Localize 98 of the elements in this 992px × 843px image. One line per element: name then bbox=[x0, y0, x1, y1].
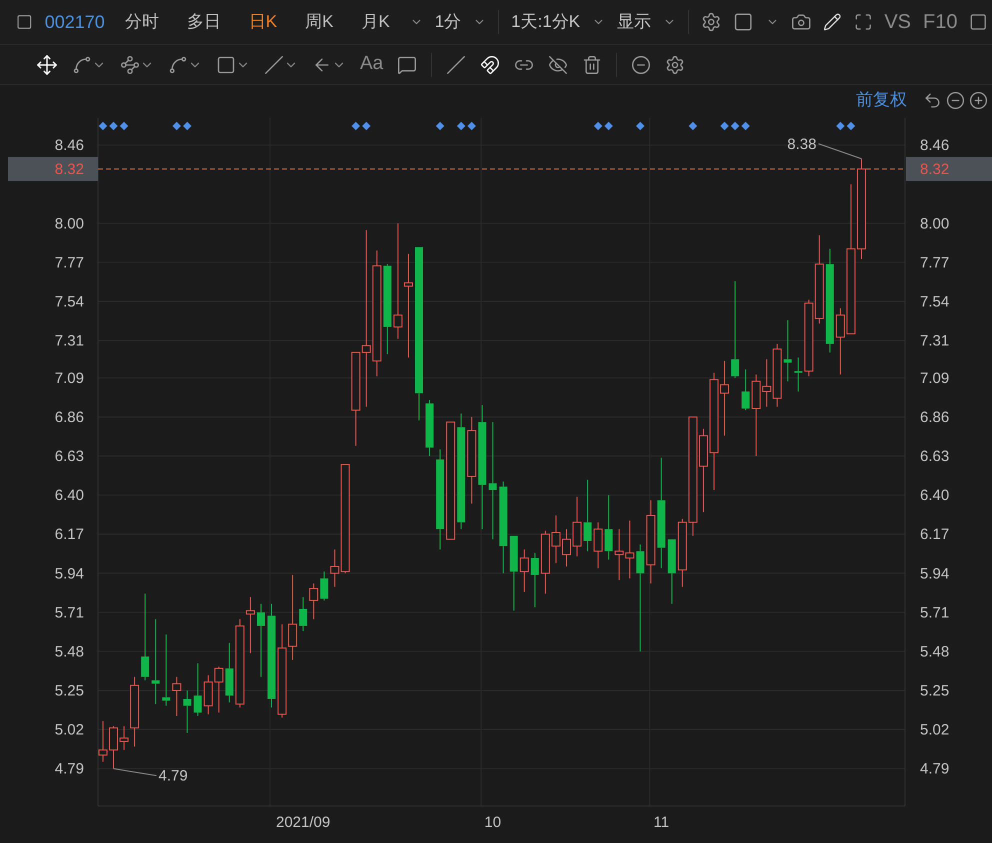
period-tab[interactable]: 周K bbox=[297, 9, 342, 35]
price-axis-label: 7.77 bbox=[54, 254, 84, 272]
trash-icon[interactable] bbox=[582, 54, 602, 74]
stock-code[interactable]: 002170 bbox=[44, 8, 105, 36]
period-tab[interactable]: 月K bbox=[353, 9, 398, 35]
event-marker-icon[interactable] bbox=[836, 122, 845, 130]
hide-icon[interactable] bbox=[548, 54, 568, 74]
price-axis-label: 6.63 bbox=[54, 448, 84, 466]
f10-button[interactable]: F10 bbox=[923, 7, 958, 37]
compare-button[interactable]: VS bbox=[884, 7, 912, 37]
period-tab[interactable]: 多日 bbox=[178, 9, 229, 35]
zoom-in-icon[interactable] bbox=[969, 90, 988, 110]
ref-line-label: 8.32 bbox=[54, 160, 84, 178]
candlestick bbox=[604, 494, 613, 560]
period-tab[interactable]: 分时 bbox=[116, 9, 167, 35]
leader-line bbox=[112, 768, 157, 776]
candlestick bbox=[594, 522, 603, 569]
price-axis-label: 8.00 bbox=[54, 215, 84, 232]
price-axis-label: 5.48 bbox=[54, 643, 84, 660]
angle-tool-icon[interactable] bbox=[446, 54, 466, 74]
current-price-tag: 8.32 bbox=[906, 156, 992, 181]
price-axis-label: 5.71 bbox=[920, 604, 950, 622]
price-axis-label: 8.00 bbox=[920, 215, 950, 232]
event-marker-icon[interactable] bbox=[720, 122, 729, 130]
current-price-tag: 8.32 bbox=[8, 156, 98, 181]
square-icon[interactable] bbox=[733, 11, 754, 33]
price-axis-label: 6.40 bbox=[920, 487, 950, 504]
price-axis-label: 7.54 bbox=[920, 293, 950, 310]
date-axis-label: 2021/09 bbox=[276, 814, 330, 831]
price-axis-label: 5.02 bbox=[54, 722, 84, 739]
adjustment-toggle[interactable]: 前复权 bbox=[856, 87, 907, 113]
price-axis-label: 7.09 bbox=[54, 370, 84, 387]
event-marker-icon[interactable] bbox=[352, 122, 360, 130]
display-dropdown[interactable]: 显示 bbox=[617, 9, 652, 35]
price-axis-label: 6.86 bbox=[920, 408, 950, 426]
settings-icon[interactable] bbox=[701, 11, 722, 33]
price-axis-label: 6.17 bbox=[54, 526, 84, 544]
event-marker-icon[interactable] bbox=[467, 122, 476, 130]
event-marker-icon[interactable] bbox=[741, 122, 750, 130]
event-marker-icon[interactable] bbox=[109, 122, 118, 130]
magnet-icon[interactable] bbox=[480, 54, 500, 74]
date-axis-label: 11 bbox=[654, 814, 670, 831]
interval-dropdown[interactable]: 1分 bbox=[434, 9, 462, 35]
price-axis-label: 7.54 bbox=[54, 293, 84, 310]
leader-line bbox=[818, 143, 862, 160]
event-marker-icon[interactable] bbox=[846, 122, 856, 130]
event-marker-icon[interactable] bbox=[456, 122, 466, 130]
range-dropdown[interactable]: 1天:1分K bbox=[511, 9, 580, 35]
price-axis-label: 6.86 bbox=[54, 408, 84, 426]
fullscreen-icon[interactable] bbox=[854, 12, 872, 32]
price-axis-label: 7.77 bbox=[920, 254, 950, 272]
line-tool-icon[interactable] bbox=[72, 54, 92, 74]
zoom-out-icon[interactable] bbox=[946, 90, 965, 110]
candlestick bbox=[98, 720, 108, 762]
price-axis-label: 5.71 bbox=[54, 604, 84, 622]
price-axis-label: 6.63 bbox=[920, 448, 950, 466]
candlestick bbox=[742, 368, 750, 411]
price-axis-label: 5.94 bbox=[54, 565, 84, 582]
event-marker-icon[interactable] bbox=[594, 122, 602, 130]
candlestick bbox=[172, 676, 182, 716]
price-axis-label: 4.79 bbox=[54, 760, 84, 778]
price-axis-label: 5.25 bbox=[920, 682, 950, 700]
event-marker-icon[interactable] bbox=[636, 122, 644, 130]
price-axis-label: 4.79 bbox=[920, 760, 950, 778]
event-marker-icon[interactable] bbox=[362, 122, 371, 130]
settings-icon[interactable] bbox=[665, 54, 686, 74]
event-marker-icon[interactable] bbox=[183, 122, 192, 130]
price-axis-label: 8.46 bbox=[920, 137, 950, 154]
pencil-icon[interactable] bbox=[823, 12, 842, 32]
undo-icon[interactable] bbox=[923, 90, 942, 110]
panel-toggle-icon[interactable] bbox=[16, 13, 33, 31]
price-axis-label: 5.48 bbox=[920, 643, 950, 660]
price-axis-label: 6.17 bbox=[920, 526, 950, 544]
period-tab[interactable]: 日K bbox=[240, 9, 286, 35]
price-axis-label: 5.25 bbox=[54, 682, 84, 700]
event-marker-icon[interactable] bbox=[436, 122, 444, 130]
price-axis-label: 7.09 bbox=[920, 370, 950, 387]
price-axis-label: 6.40 bbox=[54, 487, 84, 504]
price-axis-label: 5.94 bbox=[920, 565, 950, 582]
candlestick bbox=[108, 726, 118, 770]
price-extreme-label: 8.38 bbox=[787, 136, 816, 153]
price-axis-label: 7.31 bbox=[920, 332, 950, 350]
price-axis-label: 7.31 bbox=[54, 332, 84, 350]
date-axis-label: 10 bbox=[484, 814, 502, 831]
event-marker-icon[interactable] bbox=[120, 122, 128, 130]
event-marker-icon[interactable] bbox=[604, 122, 613, 130]
candlestick bbox=[183, 690, 192, 734]
event-marker-icon[interactable] bbox=[688, 122, 698, 130]
move-icon[interactable] bbox=[36, 54, 58, 76]
event-marker-icon[interactable] bbox=[98, 122, 108, 130]
comment-icon[interactable] bbox=[397, 54, 418, 74]
text-tool[interactable]: Aa bbox=[360, 50, 384, 79]
event-marker-icon[interactable] bbox=[172, 122, 181, 130]
event-marker-icon[interactable] bbox=[730, 122, 740, 130]
price-axis-label: 8.46 bbox=[54, 137, 84, 154]
price-axis-label: 5.02 bbox=[920, 722, 950, 739]
price-extreme-label: 4.79 bbox=[158, 768, 188, 785]
panel-toggle-icon[interactable] bbox=[969, 12, 988, 32]
